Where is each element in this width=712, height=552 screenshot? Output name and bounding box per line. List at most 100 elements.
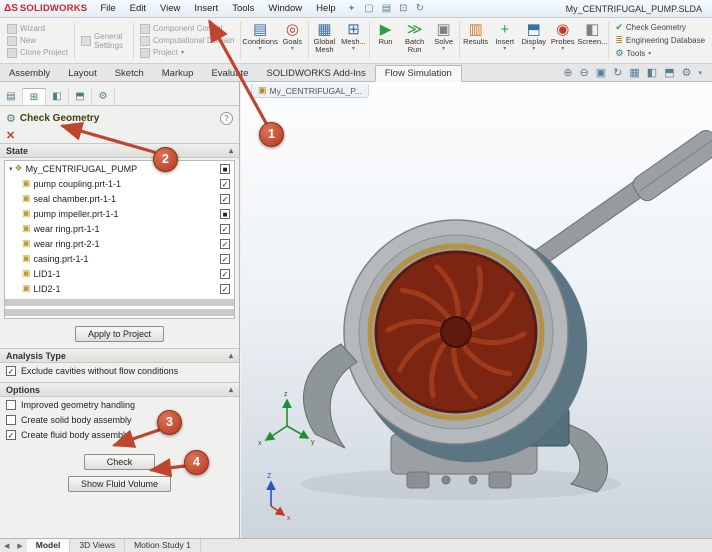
tree-item[interactable]: ▣ wear ring.prt-1-1 ✓ — [5, 221, 234, 236]
analysis-type-section-header[interactable]: Analysis Type ▴ — [0, 348, 239, 363]
tree-checkbox[interactable]: ✓ — [220, 253, 230, 264]
property-manager-tab[interactable]: ◧ — [46, 88, 69, 105]
wizard-button[interactable]: Wizard — [7, 23, 68, 34]
model-tab[interactable]: Model — [26, 539, 71, 552]
menu-view[interactable]: View — [153, 0, 187, 18]
goals-button[interactable]: ◎ Goals ▾ — [278, 19, 307, 62]
options-section-header[interactable]: Options ▴ — [0, 382, 239, 397]
check-geometry-button[interactable]: ✔ Check Geometry — [615, 22, 705, 33]
exclude-cavities-checkbox[interactable]: ✓ — [6, 365, 16, 376]
features-tree-tab[interactable]: ▤ — [0, 88, 23, 105]
tree-item[interactable]: ▣ wear ring.prt-2-1 ✓ — [5, 236, 234, 251]
rebuild-icon[interactable]: ↻ — [412, 3, 428, 14]
tab-flow-simulation[interactable]: Flow Simulation — [374, 65, 462, 82]
component-control-button[interactable]: Component Control — [140, 23, 234, 34]
simulation-tree-tab[interactable]: ⊞ — [23, 88, 46, 105]
menu-help[interactable]: Help — [309, 0, 343, 18]
pump-3d-model[interactable]: z x y Z x — [241, 82, 712, 538]
tab-markup[interactable]: Markup — [153, 66, 203, 81]
tree-checkbox[interactable]: ✓ — [220, 283, 230, 294]
zoom-fit-icon[interactable]: ▣ — [596, 66, 606, 79]
display-button[interactable]: ⬒ Display ▾ — [519, 19, 548, 62]
view-settings-icon[interactable]: ⚙ — [682, 66, 692, 79]
global-mesh-button[interactable]: ▦ Global Mesh — [310, 19, 339, 62]
section-view-icon[interactable]: ▦ — [629, 66, 639, 79]
save-icon[interactable]: ⊡ — [395, 3, 411, 14]
tab-scroll-left-icon[interactable]: ◀ — [0, 542, 13, 550]
create-solid-body-checkbox[interactable] — [6, 414, 16, 425]
results-button[interactable]: ▥ Results — [461, 19, 490, 62]
tree-checkbox[interactable]: ■ — [220, 163, 230, 174]
clone-project-button[interactable]: Clone Project — [7, 47, 68, 58]
new-document-icon[interactable]: ▢ — [360, 3, 377, 14]
document-tab[interactable]: ▣ My_CENTRIFUGAL_P... — [251, 84, 369, 98]
screen-capture-button[interactable]: ◧ Screen... — [577, 19, 607, 62]
display-style-icon[interactable]: ◧ — [647, 66, 657, 79]
zoom-out-icon[interactable]: ⊖ — [580, 66, 589, 79]
tree-item[interactable]: ▣ LID1-1 ✓ — [5, 266, 234, 281]
mesh-button[interactable]: ⊞ Mesh... ▾ — [339, 19, 368, 62]
create-fluid-body-option[interactable]: ✓ Create fluid body assembly — [0, 427, 239, 442]
engineering-database-button[interactable]: ≣ Engineering Database — [615, 35, 705, 46]
apply-to-project-button[interactable]: Apply to Project — [74, 326, 165, 342]
tab-scroll-right-icon[interactable]: ▶ — [13, 542, 26, 550]
chevron-down-icon[interactable]: ▾ — [698, 69, 702, 77]
display-manager-tab[interactable]: ⚙ — [92, 88, 115, 105]
tab-evaluate[interactable]: Evaluate — [202, 66, 257, 81]
view-orientation-icon[interactable]: ⬒ — [664, 66, 674, 79]
rotate-view-icon[interactable]: ↻ — [613, 66, 622, 79]
check-button[interactable]: Check — [83, 454, 156, 470]
expand-icon[interactable]: ▾ — [9, 165, 13, 173]
tab-sketch[interactable]: Sketch — [106, 66, 153, 81]
help-icon[interactable]: ? — [220, 111, 233, 125]
tree-item[interactable]: ▣ seal chamber.prt-1-1 ✓ — [5, 191, 234, 206]
3d-views-tab[interactable]: 3D Views — [70, 539, 126, 552]
motion-study-tab[interactable]: Motion Study 1 — [125, 539, 201, 552]
close-icon[interactable]: ✕ — [6, 129, 15, 142]
open-document-icon[interactable]: ▤ — [378, 3, 395, 14]
state-section-header[interactable]: State ▴ — [0, 143, 239, 158]
improved-geometry-checkbox[interactable] — [6, 399, 16, 410]
computational-domain-label: Computational Domain — [153, 36, 235, 45]
conditions-button[interactable]: ▤ Conditions ▾ — [242, 19, 277, 62]
solve-button[interactable]: ▣ Solve ▾ — [429, 19, 458, 62]
pin-icon[interactable]: ✦ — [343, 3, 361, 14]
configurations-tab[interactable]: ⬒ — [69, 88, 92, 105]
exclude-cavities-option[interactable]: ✓ Exclude cavities without flow conditio… — [0, 363, 239, 378]
tree-checkbox[interactable]: ✓ — [220, 193, 230, 204]
create-solid-body-option[interactable]: Create solid body assembly — [0, 412, 239, 427]
tree-item[interactable]: ▣ LID2-1 ✓ — [5, 281, 234, 296]
project-dropdown[interactable]: Project ▾ — [140, 47, 234, 58]
tree-item[interactable]: ▣ pump coupling.prt-1-1 ✓ — [5, 176, 234, 191]
menu-tools[interactable]: Tools — [225, 0, 261, 18]
tree-item-root[interactable]: ▾ ❖ My_CENTRIFUGAL_PUMP ■ — [5, 161, 234, 176]
tree-checkbox[interactable]: ✓ — [220, 178, 230, 189]
computational-domain-button[interactable]: Computational Domain — [140, 35, 235, 46]
new-project-button[interactable]: New — [7, 35, 68, 46]
general-settings-button[interactable]: General Settings — [81, 32, 127, 50]
menu-file[interactable]: File — [93, 0, 122, 18]
show-fluid-volume-button[interactable]: Show Fluid Volume — [67, 476, 172, 492]
insert-button[interactable]: + Insert ▾ — [490, 19, 519, 62]
graphics-viewport[interactable]: z x y Z x ▣ My_CENTRIFUGAL_P... — [241, 82, 712, 538]
menu-insert[interactable]: Insert — [187, 0, 225, 18]
tree-item[interactable]: ▣ pump impeller.prt-1-1 ■ — [5, 206, 234, 221]
collapse-icon: ▴ — [228, 385, 233, 394]
tree-checkbox[interactable]: ✓ — [220, 223, 230, 234]
create-fluid-body-checkbox[interactable]: ✓ — [6, 429, 16, 440]
menu-edit[interactable]: Edit — [123, 0, 153, 18]
batch-run-button[interactable]: ≫ Batch Run — [400, 19, 429, 62]
tree-checkbox[interactable]: ■ — [220, 208, 230, 219]
tree-checkbox[interactable]: ✓ — [220, 268, 230, 279]
menu-window[interactable]: Window — [261, 0, 309, 18]
tree-checkbox[interactable]: ✓ — [220, 238, 230, 249]
tab-solidworks-add-ins[interactable]: SOLIDWORKS Add-Ins — [257, 66, 374, 81]
run-button[interactable]: ▶ Run — [371, 19, 400, 62]
probes-button[interactable]: ◉ Probes ▾ — [548, 19, 577, 62]
tab-layout[interactable]: Layout — [59, 66, 106, 81]
tree-item[interactable]: ▣ casing.prt-1-1 ✓ — [5, 251, 234, 266]
improved-geometry-option[interactable]: Improved geometry handling — [0, 397, 239, 412]
tools-dropdown[interactable]: ⚙ Tools ▾ — [615, 48, 705, 59]
tab-assembly[interactable]: Assembly — [0, 66, 59, 81]
zoom-in-icon[interactable]: ⊕ — [563, 66, 572, 79]
